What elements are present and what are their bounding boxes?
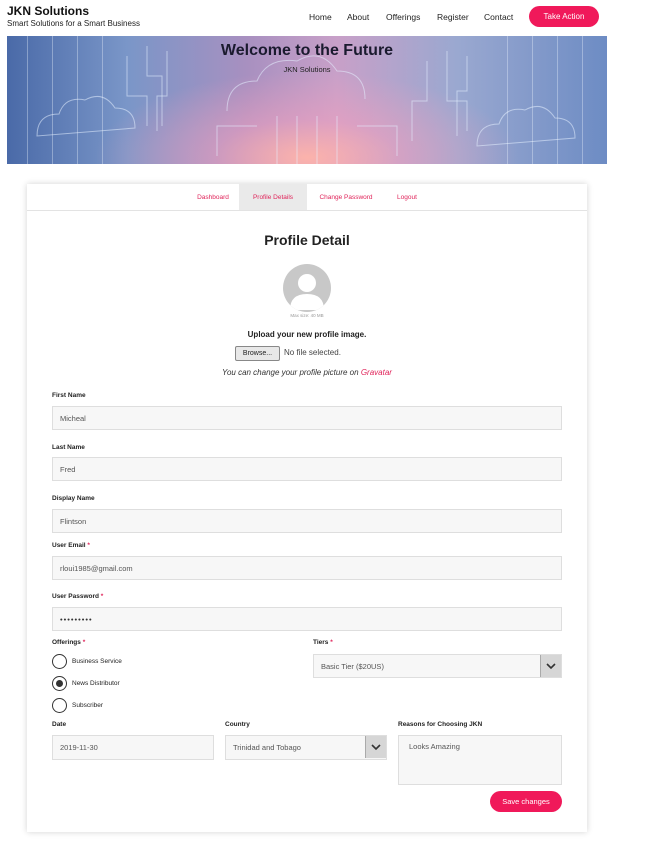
nav-contact[interactable]: Contact <box>484 12 513 22</box>
brand-tagline: Smart Solutions for a Smart Business <box>7 19 140 28</box>
email-field[interactable]: rloui1985@gmail.com <box>52 556 562 580</box>
upload-label: Upload your new profile image. <box>247 330 367 339</box>
page-title: Profile Detail <box>264 232 350 248</box>
gravatar-note: You can change your profile picture on G… <box>27 368 587 377</box>
email-label-text: User Email <box>52 542 86 549</box>
tab-profile-details[interactable]: Profile Details <box>239 184 307 210</box>
required-mark: * <box>82 639 86 646</box>
country-select-value: Trinidad and Tobago <box>233 743 301 752</box>
tiers-select-value: Basic Tier ($20US) <box>321 661 384 671</box>
country-select[interactable]: Trinidad and Tobago <box>225 735 387 760</box>
nav-about[interactable]: About <box>347 12 369 22</box>
tiers-dropdown-toggle[interactable] <box>540 655 561 677</box>
take-action-button[interactable]: Take Action <box>529 6 599 27</box>
password-label-text: User Password <box>52 593 99 600</box>
offering-business-service-label: Business Service <box>72 658 122 665</box>
nav-home[interactable]: Home <box>309 12 332 22</box>
offering-subscriber-label: Subscriber <box>72 702 104 709</box>
country-label: Country <box>225 721 250 728</box>
chevron-down-icon <box>371 743 381 750</box>
gravatar-text: You can change your profile picture on <box>222 368 359 377</box>
reasons-textarea[interactable]: Looks Amazing <box>398 735 562 785</box>
reasons-label: Reasons for Choosing JKN <box>398 721 483 728</box>
nav-register[interactable]: Register <box>437 12 469 22</box>
tiers-select[interactable]: Basic Tier ($20US) <box>313 654 562 678</box>
required-mark: * <box>330 639 333 646</box>
display-name-label: Display Name <box>52 495 95 502</box>
gravatar-link[interactable]: Gravatar <box>361 368 392 377</box>
browse-button[interactable]: Browse... <box>235 346 280 361</box>
last-name-field[interactable]: Fred <box>52 457 562 481</box>
avatar <box>283 264 331 312</box>
hero-banner: Welcome to the Future JKN Solutions <box>7 36 607 164</box>
password-label: User Password * <box>52 593 103 600</box>
tiers-label-text: Tiers <box>313 639 329 646</box>
country-dropdown-toggle[interactable] <box>365 736 386 758</box>
brand-title[interactable]: JKN Solutions <box>7 4 89 18</box>
hero-title: Welcome to the Future <box>220 42 394 59</box>
first-name-label: First Name <box>52 392 86 399</box>
password-field[interactable]: ••••••••• <box>52 607 562 631</box>
required-mark: * <box>87 542 90 549</box>
display-name-field[interactable]: Flintson <box>52 509 562 533</box>
nav-offerings[interactable]: Offerings <box>386 12 420 22</box>
last-name-label: Last Name <box>52 444 85 451</box>
file-status: No file selected. <box>284 348 341 357</box>
tab-dashboard[interactable]: Dashboard <box>189 184 237 210</box>
offering-news-distributor-label: News Distributor <box>72 680 120 687</box>
date-field[interactable]: 2019-11-30 <box>52 735 214 760</box>
offering-subscriber-radio[interactable] <box>52 698 67 713</box>
chevron-down-icon <box>546 662 556 669</box>
required-mark: * <box>100 593 104 600</box>
max-size-note: Max size: 40 MB <box>290 313 324 318</box>
date-label: Date <box>52 721 67 728</box>
offerings-label: Offerings * <box>52 639 85 646</box>
tab-logout[interactable]: Logout <box>389 184 425 210</box>
email-label: User Email * <box>52 542 90 549</box>
account-tabs: Dashboard Profile Details Change Passwor… <box>27 184 587 211</box>
offering-business-service-radio[interactable] <box>52 654 67 669</box>
site-header: JKN Solutions Smart Solutions for a Smar… <box>0 0 659 36</box>
tiers-label: Tiers * <box>313 639 333 646</box>
offerings-label-text: Offerings <box>52 639 81 646</box>
tab-change-password[interactable]: Change Password <box>310 184 382 210</box>
hero-subtitle: JKN Solutions <box>283 65 331 74</box>
save-changes-button[interactable]: Save changes <box>490 791 562 812</box>
first-name-field[interactable]: Micheal <box>52 406 562 430</box>
offering-news-distributor-radio[interactable] <box>52 676 67 691</box>
avatar-placeholder-icon <box>290 274 324 310</box>
profile-card: Dashboard Profile Details Change Passwor… <box>27 184 587 832</box>
